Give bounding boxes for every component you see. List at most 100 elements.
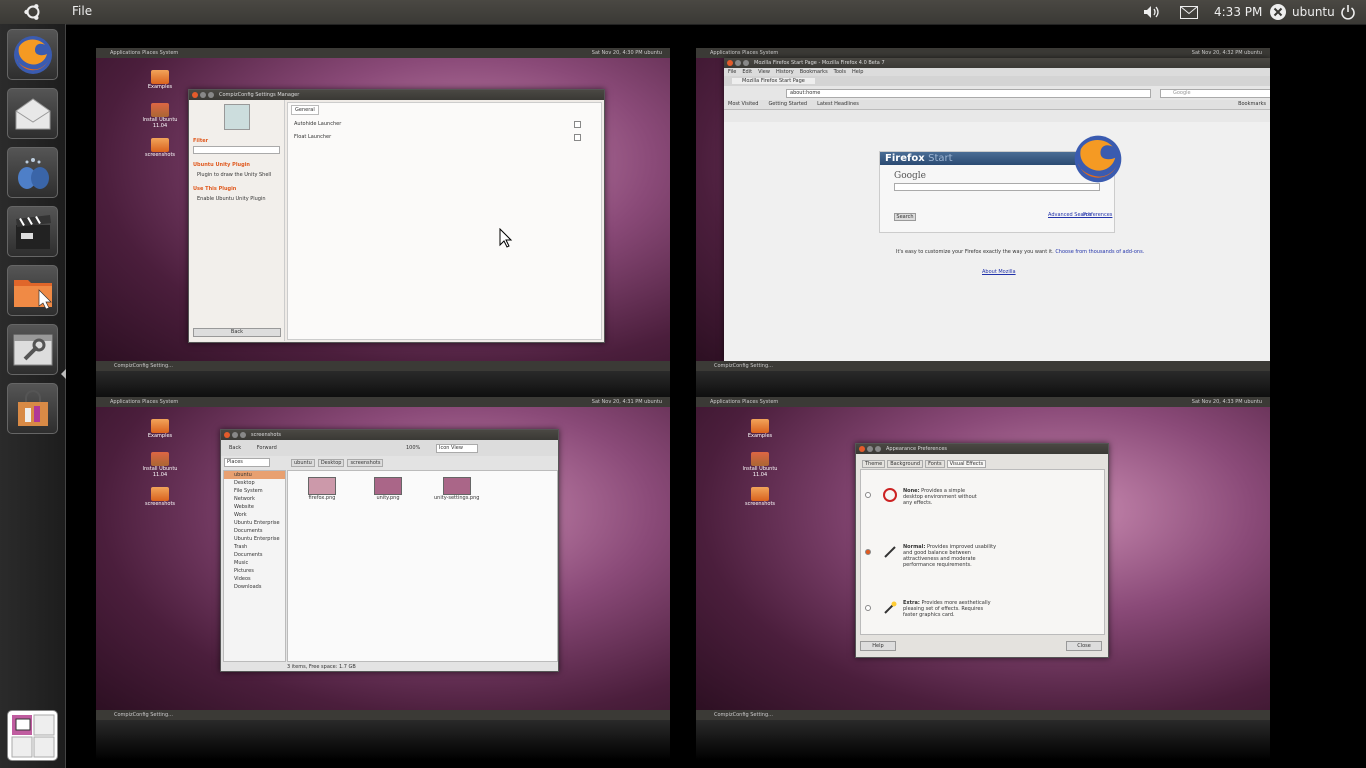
sidebar-place-item[interactable]: File System <box>224 487 285 495</box>
bookmark-latest-headlines[interactable]: Latest Headlines <box>817 100 859 109</box>
desktop-icon-examples[interactable]: Examples <box>140 70 180 90</box>
launcher-files[interactable] <box>7 265 58 316</box>
sidebar-place-item[interactable]: Website <box>224 503 285 511</box>
desktop-icon-screenshots[interactable]: screenshots <box>140 487 180 507</box>
tab-background[interactable]: Background <box>887 460 924 468</box>
menu-help[interactable]: Help <box>852 68 863 76</box>
view-mode-select[interactable]: Icon View <box>436 444 478 453</box>
desktop-icon-screenshots[interactable]: screenshots <box>740 487 780 507</box>
file-menu[interactable]: File <box>72 4 92 18</box>
window-title: Mozilla Firefox Start Page - Mozilla Fir… <box>754 60 885 66</box>
option-float-launcher[interactable]: Float Launcher <box>294 134 331 140</box>
sidebar-place-item[interactable]: Work <box>224 511 285 519</box>
sidebar-place-item[interactable]: Documents <box>224 551 285 559</box>
tab-fonts[interactable]: Fonts <box>925 460 945 468</box>
close-button[interactable]: Close <box>1066 641 1102 651</box>
path-desktop[interactable]: Desktop <box>317 459 345 467</box>
path-screenshots[interactable]: screenshots <box>347 459 384 467</box>
ccsm-window[interactable]: CompizConfig Settings Manager Filter Ubu… <box>188 89 605 343</box>
bookmark-most-visited[interactable]: Most Visited <box>728 100 758 109</box>
sidebar-place-item[interactable]: Network <box>224 495 285 503</box>
option-autohide-launcher[interactable]: Autohide Launcher <box>294 121 341 127</box>
browser-tab[interactable]: Mozilla Firefox Start Page <box>732 78 815 84</box>
launcher-firefox[interactable] <box>7 29 58 80</box>
menu-view[interactable]: View <box>758 68 770 76</box>
tab-general[interactable]: General <box>291 105 319 115</box>
radio-none[interactable] <box>865 492 871 498</box>
workspace-2[interactable]: Applications Places System Sat Nov 20, 4:… <box>696 48 1270 371</box>
tab-visual-effects[interactable]: Visual Effects <box>946 460 987 468</box>
float-checkbox[interactable] <box>574 134 581 141</box>
enable-plugin-checkbox[interactable]: Enable Ubuntu Unity Plugin <box>197 196 276 202</box>
desktop-icon-install[interactable]: Install Ubuntu 11.04 <box>140 452 180 478</box>
user-name[interactable]: ubuntu <box>1292 0 1335 24</box>
firefox-window[interactable]: Mozilla Firefox Start Page - Mozilla Fir… <box>724 58 1270 361</box>
sidebar-place-item[interactable]: Pictures <box>224 567 285 575</box>
launcher-mail[interactable] <box>7 88 58 139</box>
mail-icon[interactable] <box>1180 0 1198 24</box>
file-item[interactable]: unity-settings.png <box>434 477 479 501</box>
launcher-settings[interactable] <box>7 324 58 375</box>
workspace-1[interactable]: Applications Places System Sat Nov 20, 4:… <box>96 48 670 371</box>
desktop-icon-install[interactable]: Install Ubuntu 11.04 <box>140 103 180 129</box>
menu-bookmarks[interactable]: Bookmarks <box>800 68 828 76</box>
autohide-checkbox[interactable] <box>574 121 581 128</box>
preferences-link[interactable]: Preferences <box>1083 212 1112 218</box>
sidebar-place-item[interactable]: Ubuntu Enterprise <box>224 519 285 527</box>
appearance-window[interactable]: Appearance Preferences Theme Background … <box>855 443 1109 658</box>
url-bar[interactable]: about:home <box>786 89 1151 98</box>
workspace-4[interactable]: Applications Places System Sat Nov 20, 4:… <box>696 397 1270 720</box>
radio-normal[interactable] <box>865 549 871 555</box>
clock[interactable]: 4:33 PM <box>1214 0 1262 24</box>
help-button[interactable]: Help <box>860 641 896 651</box>
sidebar-place-item[interactable]: Downloads <box>224 583 285 591</box>
nautilus-window[interactable]: screenshots Back Forward 100% Icon View … <box>220 429 559 672</box>
user-icon[interactable] <box>1269 0 1287 24</box>
desktop-icon-screenshots[interactable]: screenshots <box>140 138 180 158</box>
google-search-input[interactable] <box>894 183 1100 191</box>
sidebar-place-item[interactable]: Ubuntu Enterprise <box>224 535 285 543</box>
radio-extra[interactable] <box>865 605 871 611</box>
sidebar-place-item[interactable]: Videos <box>224 575 285 583</box>
tab-theme[interactable]: Theme <box>862 460 886 468</box>
mini-top-panel: Applications Places System Sat Nov 20, 4:… <box>96 397 670 407</box>
sidebar-place-item[interactable]: ubuntu <box>224 471 285 479</box>
menu-file[interactable]: File <box>728 68 736 76</box>
search-button[interactable]: Search <box>894 213 916 221</box>
forward-button[interactable]: Forward <box>257 445 277 451</box>
places-dropdown[interactable]: Places <box>224 458 270 467</box>
power-icon[interactable] <box>1340 0 1356 24</box>
back-button[interactable]: Back <box>229 445 241 451</box>
window-title: Appearance Preferences <box>886 446 948 452</box>
launcher-software-center[interactable] <box>7 383 58 434</box>
bookmark-getting-started[interactable]: Getting Started <box>768 100 807 109</box>
addons-link[interactable]: Choose from thousands of add-ons. <box>1055 249 1144 255</box>
sidebar-place-item[interactable]: Documents <box>224 527 285 535</box>
file-item[interactable]: firefox.png <box>308 477 336 501</box>
menu-edit[interactable]: Edit <box>742 68 752 76</box>
filter-input[interactable] <box>193 146 280 154</box>
sidebar-place-item[interactable]: Trash <box>224 543 285 551</box>
sidebar-place-item[interactable]: Desktop <box>224 479 285 487</box>
volume-icon[interactable] <box>1143 0 1161 24</box>
ubuntu-logo-icon[interactable] <box>20 0 46 24</box>
bookmarks-bar: Most Visited Getting Started Latest Head… <box>724 100 1270 110</box>
desktop-icon-examples[interactable]: Examples <box>140 419 180 439</box>
launcher-empathy[interactable] <box>7 147 58 198</box>
desktop-icon-examples[interactable]: Examples <box>740 419 780 439</box>
bookmarks-menu[interactable]: Bookmarks <box>1238 100 1266 109</box>
about-mozilla-link[interactable]: About Mozilla <box>982 269 1016 275</box>
path-ubuntu[interactable]: ubuntu <box>291 459 315 467</box>
zoom-level[interactable]: 100% <box>406 440 420 456</box>
menu-history[interactable]: History <box>776 68 794 76</box>
search-bar[interactable]: Google <box>1160 89 1270 98</box>
file-item[interactable]: unity.png <box>374 477 402 501</box>
mini-bottom-panel: CompizConfig Setting... <box>696 361 1270 371</box>
launcher-workspace-switcher[interactable] <box>7 710 58 761</box>
menu-tools[interactable]: Tools <box>834 68 846 76</box>
workspace-3[interactable]: Applications Places System Sat Nov 20, 4:… <box>96 397 670 720</box>
sidebar-place-item[interactable]: Music <box>224 559 285 567</box>
back-button[interactable]: Back <box>193 328 281 337</box>
desktop-icon-install[interactable]: Install Ubuntu 11.04 <box>740 452 780 478</box>
launcher-movie-player[interactable] <box>7 206 58 257</box>
